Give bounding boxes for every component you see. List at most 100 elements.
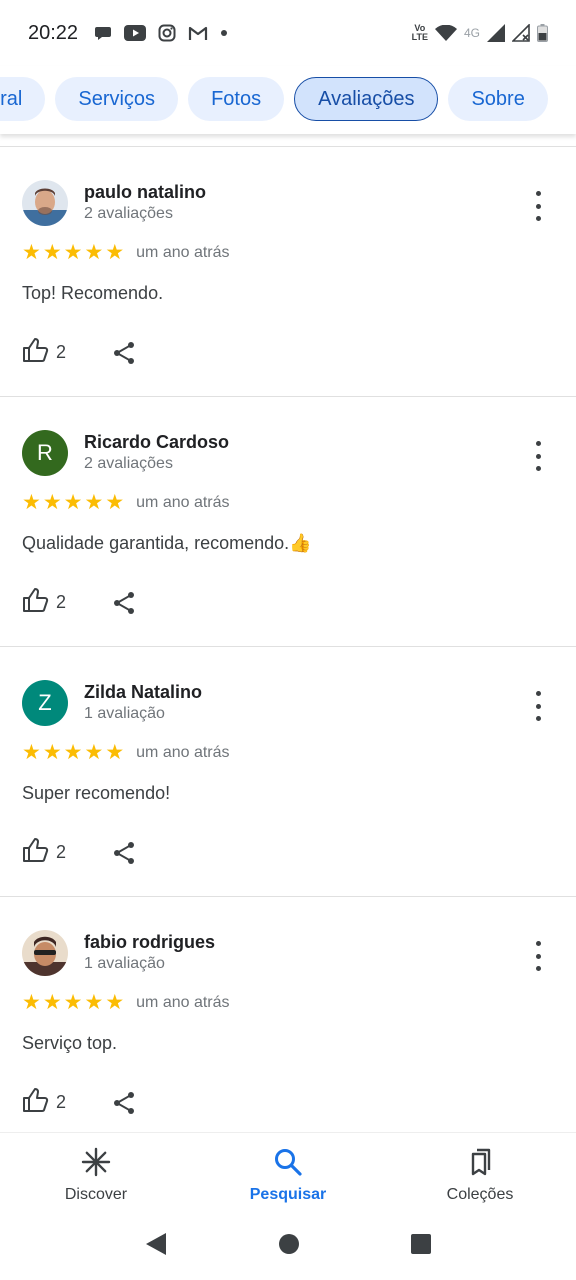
- more-options-icon[interactable]: [528, 941, 548, 971]
- rating-row: ★ ★ ★ ★ ★ um ano atrás: [22, 242, 230, 263]
- star-icon: ★: [63, 491, 83, 514]
- avatar-letter: R: [37, 440, 53, 465]
- nav-label: Pesquisar: [249, 1186, 327, 1203]
- star-icon: ★: [105, 741, 125, 764]
- asterisk-icon: [81, 1147, 111, 1182]
- star-icon: ★: [63, 241, 83, 264]
- review-item: Z Zilda Natalino 1 avaliação ★ ★ ★ ★ ★ um an…: [0, 647, 576, 897]
- youtube-icon: [124, 25, 147, 41]
- share-icon[interactable]: [112, 591, 136, 615]
- star-icon: ★: [84, 491, 104, 514]
- review-text: Super recomendo!: [22, 783, 171, 803]
- nav-collections[interactable]: Coleções: [384, 1133, 576, 1212]
- chat-bubble-icon: [94, 24, 112, 42]
- rating-row: ★ ★ ★ ★ ★ um ano atrás: [22, 492, 230, 513]
- review-actions: 2: [22, 837, 136, 868]
- tab-fotos[interactable]: Fotos: [188, 77, 285, 121]
- tab-label: Avaliações: [318, 87, 415, 110]
- tab-visao-geral[interactable]: eral: [0, 77, 46, 121]
- star-icon: ★: [105, 991, 125, 1014]
- review-actions: 2: [22, 587, 136, 618]
- share-icon[interactable]: [112, 341, 136, 365]
- recents-icon[interactable]: [410, 1233, 432, 1260]
- review-date: um ano atrás: [136, 493, 230, 511]
- reviewer-review-count: 2 avaliações: [84, 205, 173, 222]
- reviewer-name[interactable]: Ricardo Cardoso: [84, 432, 229, 453]
- nav-discover[interactable]: Discover: [0, 1133, 192, 1212]
- like-count: 2: [56, 1092, 67, 1112]
- star-rating: ★ ★ ★ ★ ★: [22, 992, 124, 1013]
- rating-row: ★ ★ ★ ★ ★ um ano atrás: [22, 742, 230, 763]
- star-icon: ★: [22, 991, 41, 1014]
- star-icon: ★: [22, 741, 41, 764]
- tab-label: eral: [0, 87, 23, 110]
- review-date: um ano atrás: [136, 743, 230, 761]
- signal-no-service-icon: [512, 24, 530, 42]
- avatar[interactable]: [22, 180, 68, 226]
- thumbs-up-icon[interactable]: [22, 587, 50, 618]
- rating-row: ★ ★ ★ ★ ★ um ano atrás: [22, 992, 230, 1013]
- review-date: um ano atrás: [136, 243, 230, 261]
- star-rating: ★ ★ ★ ★ ★: [22, 742, 124, 763]
- reviewer-review-count: 2 avaliações: [84, 455, 173, 472]
- gmail-icon: [188, 25, 208, 41]
- tab-sobre[interactable]: Sobre: [448, 77, 548, 121]
- notification-icons: [94, 24, 228, 42]
- signal-icon: [487, 24, 505, 42]
- tab-avaliacoes[interactable]: Avaliações: [294, 77, 439, 121]
- nav-label: Discover: [64, 1186, 128, 1203]
- share-icon[interactable]: [112, 1091, 136, 1115]
- system-navigation-bar: [0, 1212, 576, 1280]
- back-icon[interactable]: [144, 1231, 168, 1262]
- reviewer-name[interactable]: fabio rodrigues: [84, 932, 215, 953]
- star-icon: ★: [105, 491, 125, 514]
- star-icon: ★: [105, 241, 125, 264]
- thumbs-up-icon[interactable]: [22, 1087, 50, 1118]
- reviews-list: paulo natalino 2 avaliações ★ ★ ★ ★ ★ um ano…: [0, 146, 576, 1147]
- instagram-icon: [158, 24, 176, 42]
- reviewer-name[interactable]: Zilda Natalino: [84, 682, 202, 703]
- thumbs-up-icon[interactable]: [22, 837, 50, 868]
- avatar[interactable]: R: [22, 430, 68, 476]
- review-actions: 2: [22, 337, 136, 368]
- search-icon: [273, 1147, 303, 1182]
- like-count: 2: [56, 342, 67, 362]
- dot-icon: [220, 29, 228, 37]
- reviewer-name[interactable]: paulo natalino: [84, 182, 206, 203]
- more-options-icon[interactable]: [528, 691, 548, 721]
- thumbs-up-icon[interactable]: [22, 337, 50, 368]
- reviewer-review-count: 1 avaliação: [84, 955, 165, 972]
- home-icon[interactable]: [278, 1233, 300, 1260]
- avatar[interactable]: Z: [22, 680, 68, 726]
- nav-search[interactable]: Pesquisar: [192, 1133, 384, 1212]
- star-icon: ★: [42, 991, 62, 1014]
- battery-icon: [537, 24, 548, 42]
- share-icon[interactable]: [112, 841, 136, 865]
- tab-label: Sobre: [471, 87, 525, 110]
- star-icon: ★: [22, 241, 41, 264]
- system-status-icons: Vo LTE 4G: [412, 24, 548, 42]
- nav-label: Coleções: [446, 1186, 514, 1203]
- review-item: paulo natalino 2 avaliações ★ ★ ★ ★ ★ um ano…: [0, 147, 576, 397]
- star-rating: ★ ★ ★ ★ ★: [22, 242, 124, 263]
- star-icon: ★: [42, 241, 62, 264]
- star-icon: ★: [63, 991, 83, 1014]
- star-icon: ★: [84, 741, 104, 764]
- avatar[interactable]: [22, 930, 68, 976]
- review-item: R Ricardo Cardoso 2 avaliações ★ ★ ★ ★ ★ um …: [0, 397, 576, 647]
- avatar-letter: Z: [38, 690, 52, 715]
- more-options-icon[interactable]: [528, 191, 548, 221]
- status-time: 20:22: [28, 21, 79, 44]
- star-icon: ★: [22, 491, 41, 514]
- tab-label: Serviços: [78, 87, 156, 110]
- bookmarks-icon: [465, 1147, 495, 1182]
- review-date: um ano atrás: [136, 993, 230, 1011]
- like-count: 2: [56, 592, 67, 612]
- section-tabs-track: eral Serviços Fotos Avaliações Sobre: [0, 77, 548, 121]
- more-options-icon[interactable]: [528, 441, 548, 471]
- volte-indicator: Vo LTE: [412, 24, 428, 42]
- volte-line2: LTE: [411, 32, 428, 42]
- network-type-label: 4G: [463, 26, 480, 40]
- section-tabs: eral Serviços Fotos Avaliações Sobre: [0, 66, 576, 134]
- tab-servicos[interactable]: Serviços: [55, 77, 179, 121]
